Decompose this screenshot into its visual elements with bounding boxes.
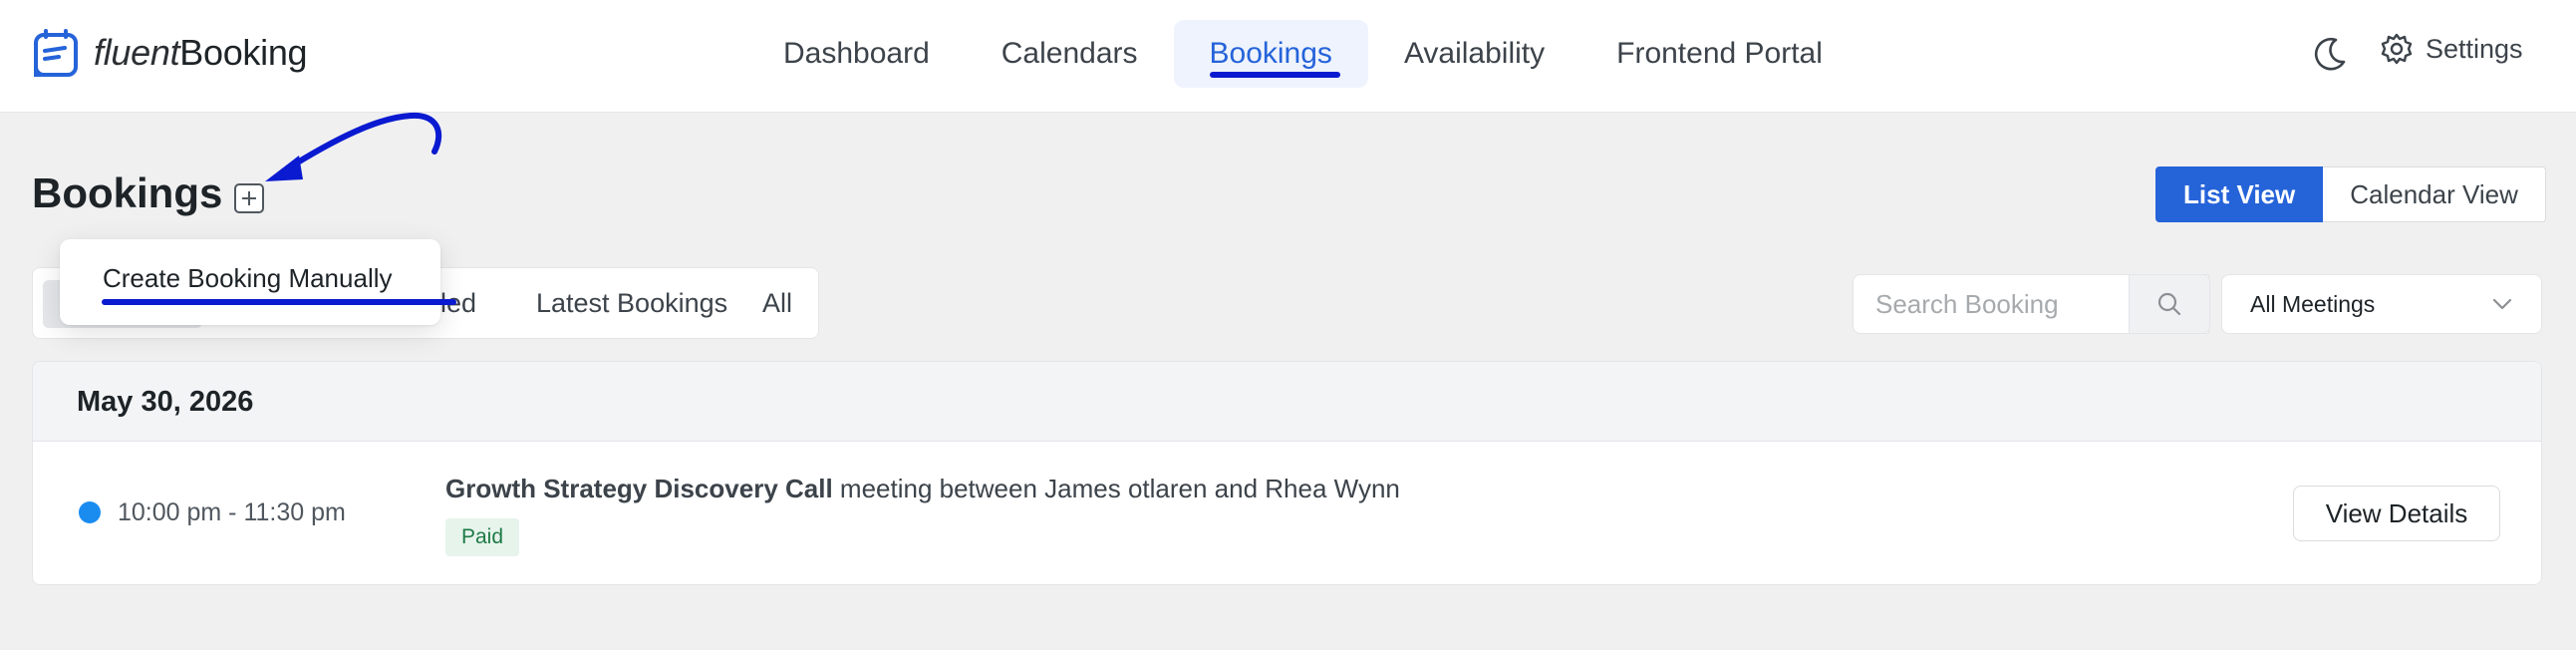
status-dot-icon <box>79 501 101 523</box>
meetings-select[interactable]: All Meetings <box>2221 274 2542 334</box>
annotation-underline <box>102 299 456 305</box>
nav-dashboard[interactable]: Dashboard <box>747 20 966 88</box>
annotation-arrow-icon <box>265 112 441 181</box>
create-booking-manually-item[interactable]: Create Booking Manually <box>103 263 393 294</box>
nav-calendars[interactable]: Calendars <box>966 20 1174 88</box>
list-view-button[interactable]: List View <box>2155 166 2324 222</box>
search-button[interactable] <box>2129 274 2210 334</box>
chevron-down-icon <box>2492 298 2512 310</box>
payment-status-badge: Paid <box>445 518 520 556</box>
meetings-select-value: All Meetings <box>2250 290 2376 317</box>
search-icon <box>2157 292 2181 316</box>
settings-button[interactable]: Settings <box>2380 32 2523 66</box>
top-navigation-bar: fluentBooking Dashboard Calendars Bookin… <box>0 0 2576 113</box>
view-toggle: List View Calendar View <box>2155 166 2546 222</box>
page-title: Bookings <box>32 169 223 216</box>
bookings-list: May 30, 2026 10:00 pm - 11:30 pm Growth … <box>32 361 2542 585</box>
tab-latest-bookings[interactable]: Latest Bookings <box>536 268 727 338</box>
brand-logo-link[interactable]: fluentBooking <box>32 27 308 79</box>
nav-frontend-portal[interactable]: Frontend Portal <box>1580 20 1859 88</box>
booking-participants: meeting between James otlaren and Rhea W… <box>832 474 1400 503</box>
booking-time: 10:00 pm - 11:30 pm <box>118 498 346 526</box>
settings-label: Settings <box>2426 33 2523 64</box>
gear-icon <box>2381 33 2413 65</box>
nav-bookings[interactable]: Bookings <box>1173 20 1368 88</box>
booking-event-name: Growth Strategy Discovery Call <box>445 474 833 503</box>
calendar-view-button[interactable]: Calendar View <box>2323 166 2546 222</box>
add-booking-button[interactable] <box>234 183 264 213</box>
booking-title: Growth Strategy Discovery Call meeting b… <box>445 474 1400 504</box>
nav-bookings-label: Bookings <box>1209 37 1332 70</box>
fluent-booking-logo-icon <box>34 29 78 77</box>
main-nav: Dashboard Calendars Bookings Availabilit… <box>747 20 1859 88</box>
tab-all[interactable]: All <box>762 268 792 338</box>
add-booking-dropdown: Create Booking Manually <box>60 239 456 325</box>
annotation-underline <box>1209 72 1340 78</box>
date-group-label: May 30, 2026 <box>77 386 254 418</box>
moon-icon[interactable] <box>2310 34 2350 74</box>
date-group-header: May 30, 2026 <box>33 362 2541 442</box>
view-details-button[interactable]: View Details <box>2293 486 2500 541</box>
nav-availability[interactable]: Availability <box>1368 20 1580 88</box>
brand-name: fluentBooking <box>94 32 308 73</box>
